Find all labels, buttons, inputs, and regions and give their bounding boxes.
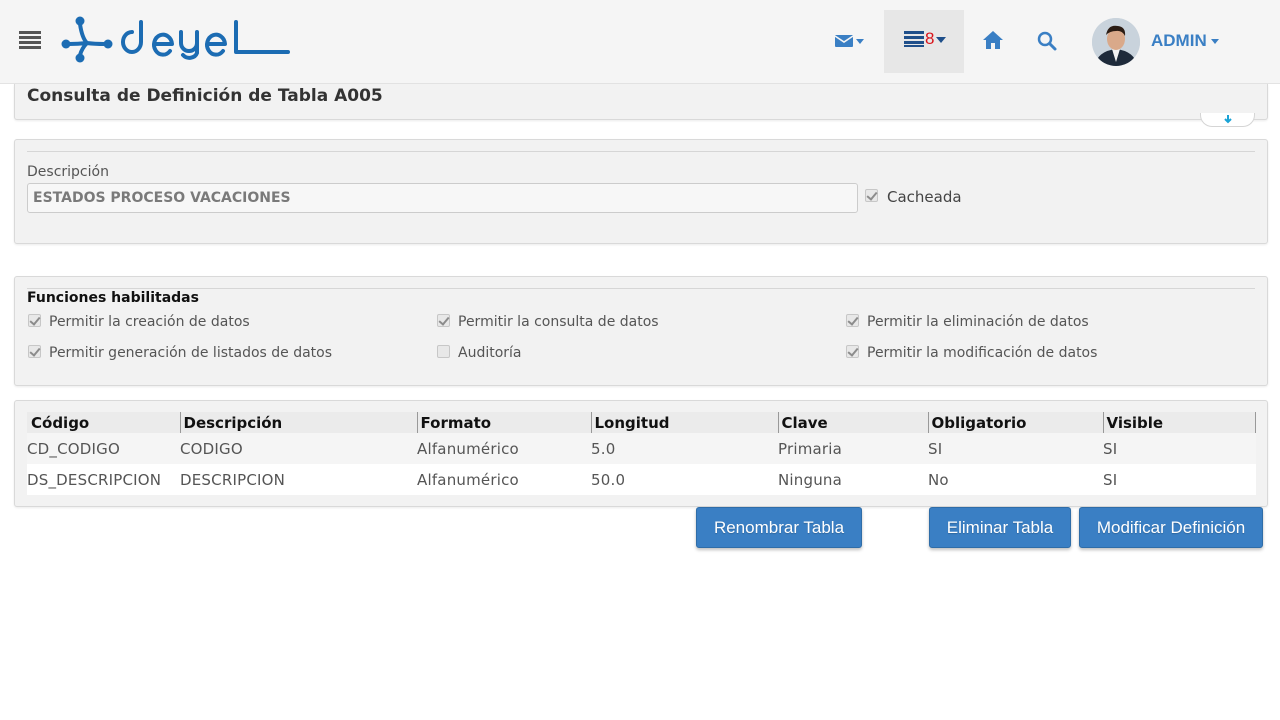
- cell-longitud: 50.0: [591, 464, 778, 495]
- modify-definition-button[interactable]: Modificar Definición: [1079, 507, 1263, 548]
- audit-checkbox[interactable]: [437, 345, 450, 358]
- allow-listings-label: Permitir generación de listados de datos: [49, 345, 333, 361]
- collapse-toggle[interactable]: [1200, 113, 1255, 127]
- table-header-row: Código Descripción Formato Longitud Clav…: [27, 412, 1256, 433]
- cell-longitud: 5.0: [591, 433, 778, 464]
- cell-formato: Alfanumérico: [417, 433, 591, 464]
- chevron-down-icon: [1210, 39, 1219, 45]
- cell-obligatorio: No: [928, 464, 1103, 495]
- column-header-clave[interactable]: Clave: [777, 412, 928, 433]
- allow-delete-label: Permitir la eliminación de datos: [867, 314, 1089, 330]
- column-header-formato[interactable]: Formato: [416, 412, 591, 433]
- avatar[interactable]: [1092, 18, 1140, 66]
- allow-create-checkbox[interactable]: [28, 314, 41, 327]
- cached-checkbox[interactable]: [865, 189, 878, 202]
- cached-label: Cacheada: [887, 188, 962, 206]
- functions-panel: Funciones habilitadas Permitir la creaci…: [14, 276, 1268, 386]
- allow-query-label: Permitir la consulta de datos: [458, 314, 659, 330]
- column-header-obligatorio[interactable]: Obligatorio: [927, 412, 1103, 433]
- tasks-list-icon: [904, 31, 924, 47]
- allow-query-checkbox[interactable]: [437, 314, 450, 327]
- fields-table-panel: Código Descripción Formato Longitud Clav…: [14, 400, 1268, 507]
- page-title: Consulta de Definición de Tabla A005: [27, 86, 383, 106]
- cell-obligatorio: SI: [928, 433, 1103, 464]
- envelope-icon: [834, 35, 864, 47]
- deyel-logo[interactable]: [60, 14, 292, 66]
- description-panel: Descripción Cacheada: [14, 139, 1268, 244]
- allow-modify-checkbox[interactable]: [846, 345, 859, 358]
- rename-table-button[interactable]: Renombrar Tabla: [696, 507, 862, 548]
- cell-codigo: CD_CODIGO: [27, 433, 180, 464]
- cell-clave: Ninguna: [778, 464, 928, 495]
- column-header-visible[interactable]: Visible: [1102, 412, 1256, 433]
- allow-create-label: Permitir la creación de datos: [49, 314, 250, 330]
- audit-label: Auditoría: [458, 345, 522, 361]
- table-row[interactable]: CD_CODIGO CODIGO Alfanumérico 5.0 Primar…: [27, 433, 1256, 464]
- cell-visible: SI: [1103, 433, 1256, 464]
- chevron-down-icon: [936, 37, 946, 43]
- fields-table: Código Descripción Formato Longitud Clav…: [27, 412, 1256, 495]
- table-row[interactable]: DS_DESCRIPCION DESCRIPCION Alfanumérico …: [27, 464, 1256, 495]
- search-icon[interactable]: [1036, 30, 1058, 52]
- cell-descripcion: DESCRIPCION: [180, 464, 417, 495]
- description-label: Descripción: [27, 164, 109, 180]
- title-panel: Consulta de Definición de Tabla A005: [14, 84, 1268, 120]
- description-field[interactable]: [27, 183, 858, 213]
- mail-menu[interactable]: [830, 26, 870, 56]
- user-name: ADMIN: [1151, 31, 1207, 50]
- cell-codigo: DS_DESCRIPCION: [27, 464, 180, 495]
- divider: [27, 288, 1255, 289]
- cell-formato: Alfanumérico: [417, 464, 591, 495]
- hamburger-icon[interactable]: [19, 31, 41, 51]
- tasks-menu[interactable]: 8: [884, 10, 964, 73]
- allow-delete-checkbox[interactable]: [846, 314, 859, 327]
- user-menu[interactable]: ADMIN: [1151, 31, 1219, 51]
- cell-descripcion: CODIGO: [180, 433, 417, 464]
- arrow-down-icon: [1224, 115, 1232, 124]
- cell-clave: Primaria: [778, 433, 928, 464]
- top-navbar: 8 ADMIN: [0, 0, 1280, 84]
- home-icon[interactable]: [981, 28, 1005, 52]
- allow-modify-label: Permitir la modificación de datos: [867, 345, 1098, 361]
- column-header-codigo[interactable]: Código: [27, 412, 180, 433]
- cell-visible: SI: [1103, 464, 1256, 495]
- delete-table-button[interactable]: Eliminar Tabla: [929, 507, 1071, 548]
- tasks-count-badge: 8: [925, 29, 935, 48]
- column-header-descripcion[interactable]: Descripción: [179, 412, 417, 433]
- allow-listings-checkbox[interactable]: [28, 345, 41, 358]
- divider: [27, 151, 1255, 152]
- functions-title: Funciones habilitadas: [27, 290, 199, 306]
- column-header-longitud[interactable]: Longitud: [590, 412, 778, 433]
